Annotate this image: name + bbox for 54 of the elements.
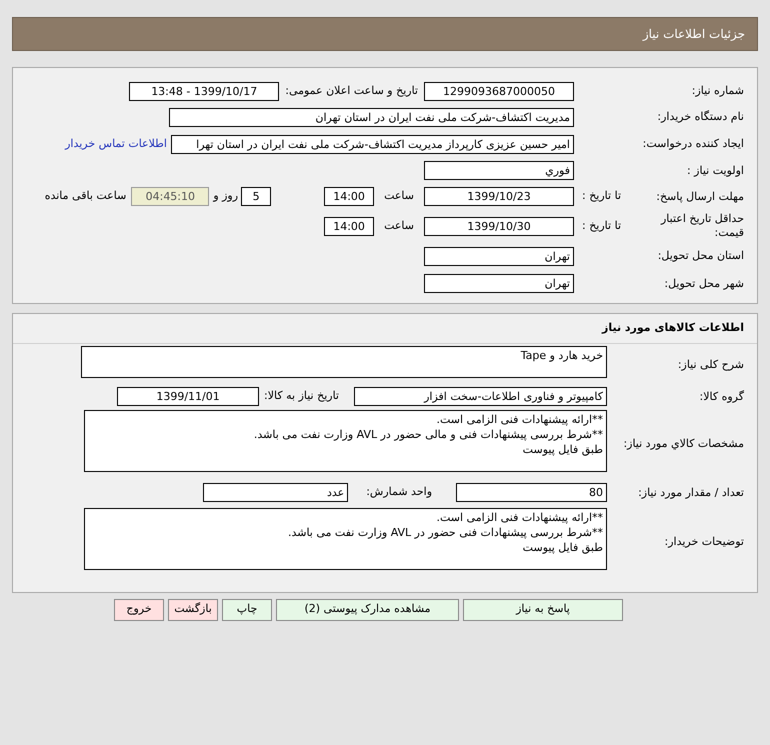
input-field: 5: [241, 187, 272, 206]
field-label: مهلت ارسال پاسخ:: [655, 190, 744, 204]
input-field: امیر حسین عزیزی کارپرداز مدیریت اکتشاف-شرکت ملی نفت ایران در استان تهرا: [171, 134, 574, 154]
text-line: خرید هارد و Tape: [520, 348, 603, 362]
input-field: تهران: [424, 274, 574, 293]
field-label: روز و: [213, 188, 238, 204]
field-label: واحد شمارش:: [366, 484, 432, 500]
text-line: طبق فایل پیوست: [522, 442, 603, 456]
action-button[interactable]: پاسخ به نیاز: [463, 598, 623, 620]
input-field: 14:00: [324, 187, 374, 206]
text-line: **شرط بررسی پیشنهادات فنی و مالی حضور در AVL وزارت نفت می باشد.: [252, 426, 603, 442]
field-label: شرح کلی نیاز:: [678, 358, 744, 372]
input-field: کامپیوتر و فناوری اطلاعات-سخت افزار: [354, 387, 607, 406]
field-label: ساعت: [384, 218, 414, 234]
text-line: طبق فایل پیوست: [522, 540, 603, 554]
field-label: شماره نیاز:: [692, 84, 744, 98]
text-line: **ارائه پیشنهادات فنی الزامی است.: [435, 412, 603, 426]
action-button[interactable]: مشاهده مدارک پیوستی (2): [276, 598, 459, 620]
input-field: 80: [456, 483, 607, 502]
field-label: تا تاریخ :: [582, 218, 621, 234]
field-label: تا تاریخ :: [582, 188, 621, 204]
text-line: **شرط بررسی پیشنهادات فنی حضور در AVL وزارت نفت می باشد.: [286, 524, 603, 540]
input-field: 1399/10/30: [424, 216, 574, 236]
contact-link[interactable]: اطلاعات تماس خریدار: [65, 136, 167, 152]
input-field: مدیریت اکتشاف-شرکت ملی نفت ایران در استان تهران: [169, 108, 574, 126]
field-label: شهر محل تحویل:: [664, 276, 744, 290]
field-label: ساعت: [384, 188, 414, 204]
field-label: تاریخ و ساعت اعلان عمومی:: [285, 82, 418, 99]
input-field: فوري: [424, 161, 574, 180]
field-label: گروه کالا:: [700, 390, 744, 404]
field-label: تاریخ نیاز به کالا:: [264, 388, 339, 404]
input-field: 1399/11/01: [117, 387, 260, 406]
action-button[interactable]: خروج: [114, 598, 164, 620]
input-field: 1399/10/23: [424, 187, 574, 206]
input-field: عدد: [203, 483, 348, 502]
field-label: استان محل تحویل:: [658, 249, 744, 263]
field-label: نام دستگاه خریدار:: [657, 110, 744, 124]
text-line: **ارائه پیشنهادات فنی الزامی است.: [435, 510, 603, 524]
field-label: ایجاد کننده درخواست:: [642, 137, 744, 151]
input-field: 1399/10/17 - 13:48: [129, 82, 280, 100]
field-label: حداقل تاریخ اعتبار قیمت:: [660, 212, 744, 240]
section-title: اطلاعات کالاهای مورد نیاز: [13, 320, 757, 344]
field-label: مشخصات کالاي مورد نیاز:: [623, 436, 744, 450]
field-label: اولویت نیاز :: [686, 164, 744, 178]
field-label: ساعت باقی مانده: [44, 188, 126, 204]
action-button[interactable]: چاپ: [222, 598, 272, 620]
input-field: 14:00: [324, 216, 374, 236]
countdown-field: 04:45:10: [131, 187, 210, 206]
page-title: جزئیات اطلاعات نیاز: [642, 26, 745, 43]
input-field: تهران: [424, 246, 574, 266]
field-label: تعداد / مقدار مورد نیاز:: [638, 486, 744, 500]
field-label: توضیحات خریدار:: [664, 534, 744, 548]
input-field: 1299093687000050: [424, 82, 574, 100]
action-button[interactable]: بازگشت: [168, 598, 218, 620]
